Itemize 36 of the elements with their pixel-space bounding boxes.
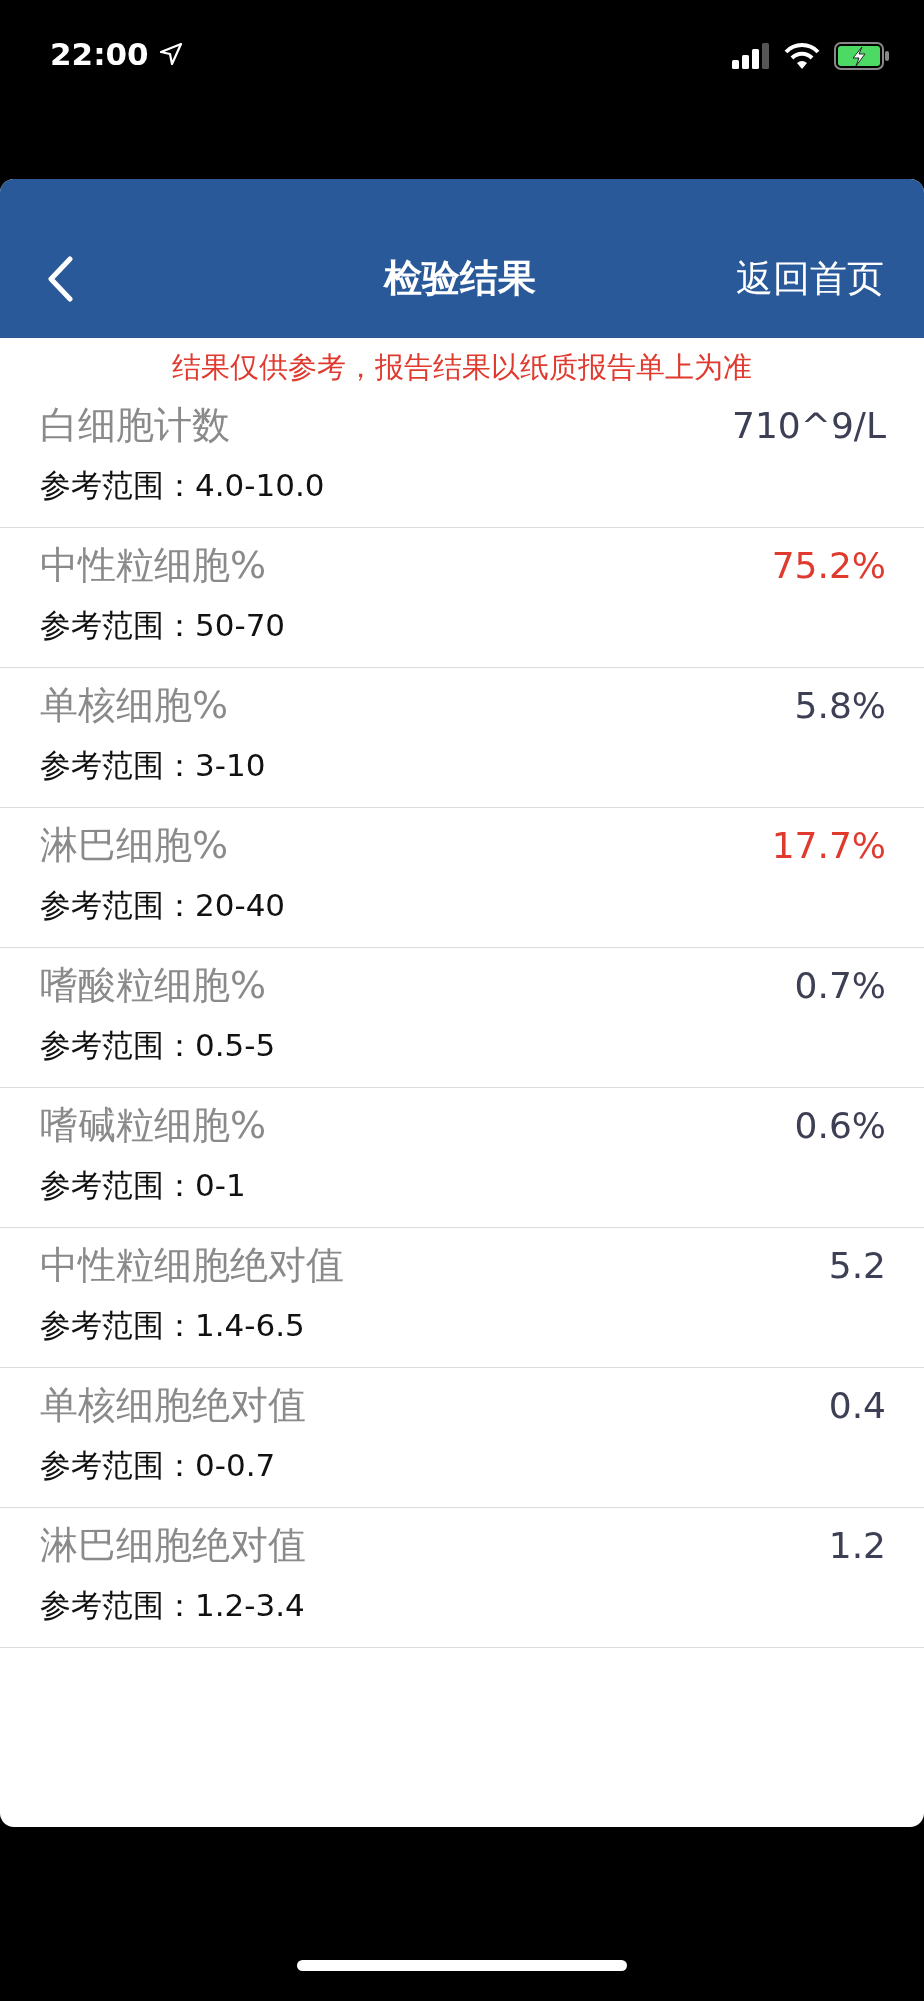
test-name: 单核细胞% — [40, 682, 229, 729]
back-icon[interactable] — [46, 255, 74, 302]
test-value: 75.2% — [771, 545, 886, 586]
reference-range: 参考范围：20-40 — [40, 886, 287, 925]
reference-range: 参考范围：3-10 — [40, 746, 267, 785]
status-time: 22:00 — [50, 36, 149, 72]
page-title: 检验结果 — [384, 255, 536, 302]
reference-range: 参考范围：0-1 — [40, 1166, 247, 1205]
test-name: 中性粒细胞绝对值 — [40, 1242, 344, 1289]
test-name: 白细胞计数 — [40, 402, 230, 449]
wifi-icon — [784, 43, 820, 69]
reference-range: 参考范围：50-70 — [40, 606, 287, 645]
test-value: 1.2 — [828, 1525, 886, 1566]
location-arrow-icon — [158, 42, 183, 66]
reference-range: 参考范围：0-0.7 — [40, 1446, 277, 1485]
test-value: 0.6% — [794, 1105, 886, 1146]
test-value: 5.2 — [828, 1245, 886, 1286]
test-name: 淋巴细胞% — [40, 822, 229, 869]
notice-text: 结果仅供参考，报告结果以纸质报告单上为准 — [171, 349, 753, 386]
test-name: 嗜酸粒细胞% — [40, 962, 267, 1009]
test-name: 中性粒细胞% — [40, 542, 267, 589]
test-name: 单核细胞绝对值 — [40, 1382, 306, 1429]
test-value: 17.7% — [771, 825, 886, 866]
home-link[interactable]: 返回首页 — [736, 253, 884, 304]
signal-icon — [732, 43, 770, 69]
test-name: 淋巴细胞绝对值 — [40, 1522, 306, 1569]
reference-range: 参考范围：4.0-10.0 — [40, 466, 326, 505]
reference-range: 参考范围：1.4-6.5 — [40, 1306, 306, 1345]
test-value: 710^9/L — [732, 405, 886, 446]
test-name: 嗜碱粒细胞% — [40, 1102, 267, 1149]
battery-charging-icon — [834, 42, 890, 70]
test-value: 5.8% — [794, 685, 886, 726]
test-value: 0.4 — [828, 1385, 886, 1426]
test-value: 0.7% — [794, 965, 886, 1006]
reference-range: 参考范围：0.5-5 — [40, 1026, 277, 1065]
reference-range: 参考范围：1.2-3.4 — [40, 1586, 306, 1625]
